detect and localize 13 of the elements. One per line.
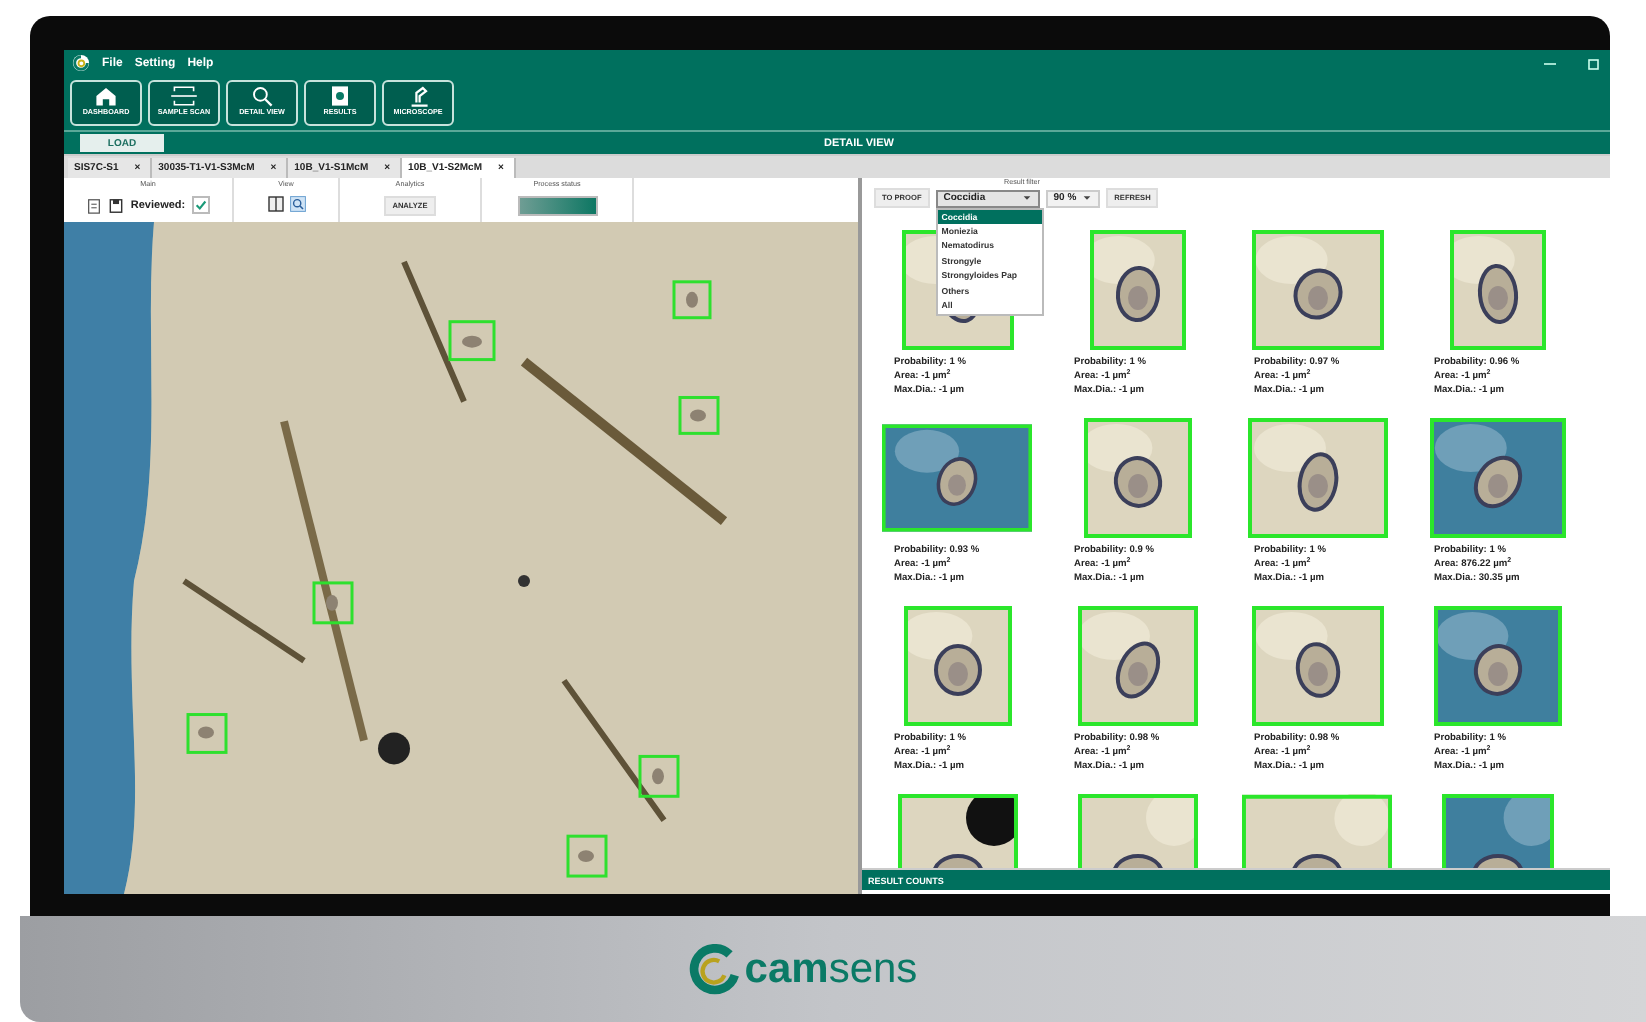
save-icon[interactable] <box>108 197 125 213</box>
caret-icon <box>1082 194 1093 202</box>
process-status-bar <box>517 196 597 216</box>
restore-icon[interactable] <box>1586 55 1602 71</box>
home-icon <box>90 84 122 108</box>
brand-name: camsens <box>744 945 918 993</box>
scan-icon <box>168 84 200 108</box>
zoom-icon[interactable] <box>289 196 305 212</box>
caret-icon <box>1021 194 1032 202</box>
panel-icon[interactable] <box>267 196 283 212</box>
reviewed-checkbox[interactable] <box>191 196 210 214</box>
clipboard-icon[interactable] <box>86 197 103 213</box>
brand-logo-icon <box>688 943 741 995</box>
